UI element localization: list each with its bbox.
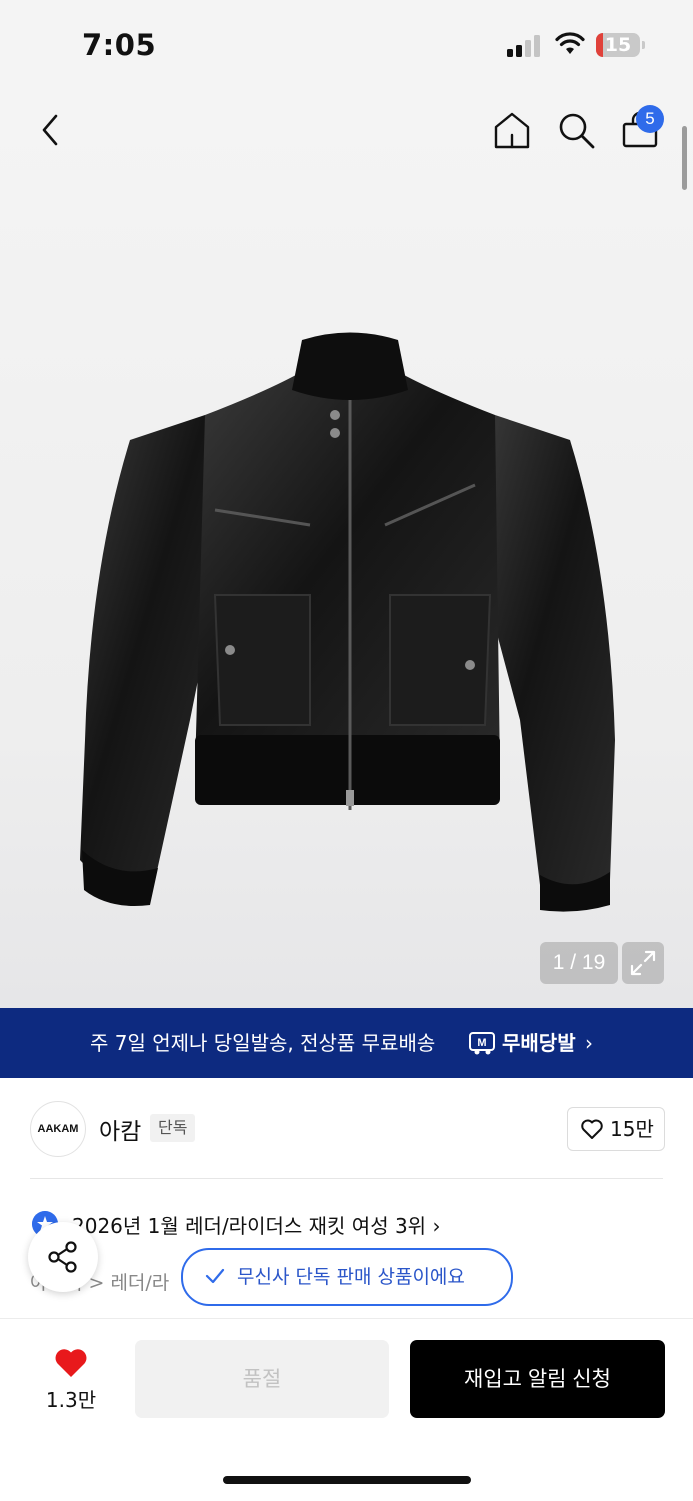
wifi-icon — [555, 32, 585, 54]
home-icon[interactable] — [490, 108, 534, 152]
wish-count: 1.3만 — [45, 1388, 97, 1412]
share-icon — [48, 1241, 77, 1273]
image-counter: 1 / 19 — [540, 942, 618, 984]
status-time: 7:05 — [82, 28, 157, 62]
chevron-right-icon: › — [585, 1031, 593, 1055]
brand-name[interactable]: 아캄 — [99, 1112, 141, 1146]
cart-count-badge: 5 — [636, 105, 664, 133]
battery-icon: 15 — [596, 33, 646, 57]
check-icon — [205, 1268, 225, 1284]
back-chevron-icon[interactable] — [34, 110, 68, 150]
wish-button[interactable]: 1.3만 — [40, 1342, 102, 1414]
product-image — [80, 332, 615, 912]
share-button[interactable] — [28, 1222, 98, 1292]
home-indicator[interactable] — [223, 1476, 471, 1484]
banner-brand: 무배당발 — [502, 1031, 576, 1055]
divider — [30, 1178, 663, 1179]
ranking-link[interactable]: 2026년 1월 레더/라이더스 재킷 여성 3위 › — [72, 1210, 440, 1239]
restock-alert-button[interactable]: 재입고 알림 신청 — [410, 1340, 665, 1418]
exclusive-toast: 무신사 단독 판매 상품이에요 — [181, 1248, 513, 1306]
banner-text: 주 7일 언제나 당일발송, 전상품 무료배송 — [90, 1031, 436, 1055]
battery-level: 15 — [604, 34, 632, 56]
delivery-banner[interactable]: 주 7일 언제나 당일발송, 전상품 무료배송 M 무배당발 › — [0, 1008, 693, 1078]
ranking-text: 2026년 1월 레더/라이더스 재킷 여성 3위 — [72, 1214, 427, 1238]
brand-logo[interactable]: AAKAM — [30, 1101, 86, 1157]
heart-filled-icon — [55, 1349, 87, 1377]
soldout-button: 품절 — [135, 1340, 389, 1418]
search-icon[interactable] — [554, 108, 598, 152]
expand-icon[interactable] — [622, 942, 664, 984]
svg-text:M: M — [477, 1037, 486, 1049]
m-delivery-icon: M — [469, 1032, 495, 1055]
heart-outline-icon — [581, 1119, 603, 1139]
brand-like-button[interactable]: 15만 — [567, 1107, 665, 1151]
brand-like-count: 15만 — [610, 1117, 654, 1141]
toast-text: 무신사 단독 판매 상품이에요 — [237, 1266, 465, 1288]
status-bar: 7:05 15 — [0, 0, 693, 90]
scrollbar[interactable] — [682, 126, 687, 190]
chevron-right-icon: › — [432, 1214, 441, 1238]
exclusive-tag: 단독 — [150, 1114, 196, 1142]
signal-icon — [507, 35, 540, 57]
